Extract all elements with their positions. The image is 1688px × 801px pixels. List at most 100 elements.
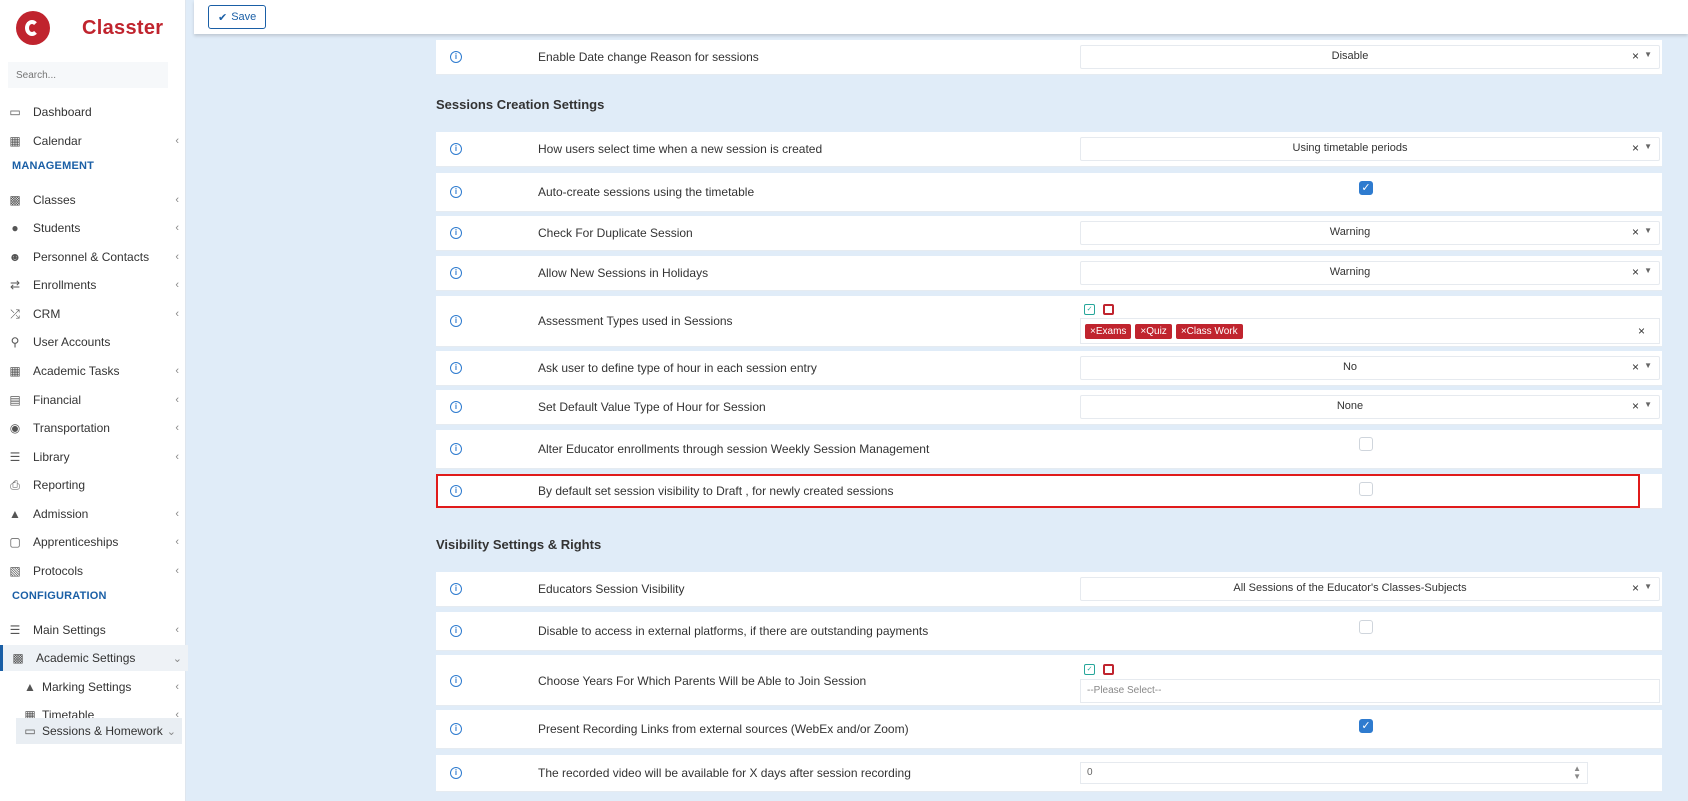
sidebar-item-label: Classes bbox=[33, 193, 76, 207]
sidebar-item-label: Apprenticeships bbox=[33, 535, 119, 549]
clear-icon[interactable]: × bbox=[1632, 399, 1639, 413]
clear-icon[interactable]: × bbox=[1632, 141, 1639, 155]
select-all-controls: ✓ bbox=[1084, 664, 1114, 675]
setting-row: i How users select time when a new sessi… bbox=[436, 132, 1662, 167]
deselect-all-icon[interactable] bbox=[1103, 664, 1114, 675]
info-icon[interactable]: i bbox=[450, 675, 462, 687]
sidebar-item-admission[interactable]: ▲ Admission ‹ bbox=[0, 501, 185, 527]
info-icon[interactable]: i bbox=[450, 625, 462, 637]
top-toolbar: ✔ Save bbox=[194, 0, 1688, 34]
info-icon[interactable]: i bbox=[450, 767, 462, 779]
setting-checkbox[interactable] bbox=[1359, 482, 1373, 496]
sidebar-item-label: Marking Settings bbox=[42, 680, 132, 694]
clear-icon[interactable]: × bbox=[1632, 265, 1639, 279]
shuffle-icon: ⤮ bbox=[10, 306, 20, 321]
sidebar-item-calendar[interactable]: ▦ Calendar ‹ bbox=[0, 128, 185, 154]
info-icon[interactable]: i bbox=[450, 315, 462, 327]
spinner-icon[interactable]: ▲ ▼ bbox=[1573, 765, 1581, 781]
sidebar-item-academic-tasks[interactable]: ▦ Academic Tasks ‹ bbox=[0, 358, 185, 384]
setting-row: i Present Recording Links from external … bbox=[436, 710, 1662, 749]
chevron-left-icon: ‹ bbox=[175, 681, 179, 693]
sidebar-item-label: Enrollments bbox=[33, 278, 97, 292]
info-icon[interactable]: i bbox=[450, 401, 462, 413]
sidebar-item-label: Admission bbox=[33, 507, 89, 521]
save-button[interactable]: ✔ Save bbox=[208, 5, 267, 29]
info-icon[interactable]: i bbox=[450, 51, 462, 63]
number-value: 0 bbox=[1087, 767, 1093, 778]
setting-checkbox[interactable] bbox=[1359, 620, 1373, 634]
chevron-left-icon: ‹ bbox=[175, 508, 179, 520]
tag-class-work[interactable]: ×Class Work bbox=[1175, 324, 1243, 339]
sidebar-item-academic-settings[interactable]: ▩ Academic Settings ⌄ bbox=[0, 645, 188, 671]
monitor-icon: ▭ bbox=[9, 105, 21, 119]
days-number-input[interactable]: 0 ▲ ▼ bbox=[1080, 762, 1588, 784]
setting-checkbox[interactable]: ✓ bbox=[1359, 181, 1373, 195]
tag-quiz[interactable]: ×Quiz bbox=[1135, 324, 1172, 339]
tag-exams[interactable]: ×Exams bbox=[1085, 324, 1132, 339]
sidebar-item-main-settings[interactable]: ☰ Main Settings ‹ bbox=[0, 617, 185, 643]
sidebar-item-label: Financial bbox=[33, 393, 82, 407]
info-icon[interactable]: i bbox=[450, 723, 462, 735]
dropdown-arrow-icon[interactable]: ▼ bbox=[1644, 142, 1652, 151]
select-all-icon[interactable]: ✓ bbox=[1084, 304, 1095, 315]
dropdown-arrow-icon[interactable]: ▼ bbox=[1644, 400, 1652, 409]
setting-select[interactable]: Using timetable periods × ▼ bbox=[1080, 137, 1660, 161]
clear-icon[interactable]: × bbox=[1632, 49, 1639, 63]
info-icon[interactable]: i bbox=[450, 143, 462, 155]
info-icon[interactable]: i bbox=[450, 583, 462, 595]
setting-select[interactable]: Warning × ▼ bbox=[1080, 221, 1660, 245]
select-placeholder: --Please Select-- bbox=[1087, 685, 1162, 696]
sidebar-item-financial[interactable]: ▤ Financial ‹ bbox=[0, 387, 185, 413]
sidebar-item-apprenticeships[interactable]: ▢ Apprenticeships ‹ bbox=[0, 529, 185, 555]
dropdown-arrow-icon[interactable]: ▼ bbox=[1644, 266, 1652, 275]
sidebar-item-library[interactable]: ☰ Library ‹ bbox=[0, 444, 185, 470]
info-icon[interactable]: i bbox=[450, 227, 462, 239]
sidebar-item-classes[interactable]: ▩ Classes ‹ bbox=[0, 187, 185, 213]
setting-select[interactable]: None × ▼ bbox=[1080, 395, 1660, 419]
chevron-left-icon: ‹ bbox=[175, 194, 179, 206]
sidebar-item-sessions-homework[interactable]: ▭ Sessions & Homework ⌄ bbox=[16, 718, 182, 744]
sidebar-item-personnel[interactable]: ☻ Personnel & Contacts ‹ bbox=[0, 244, 185, 270]
clear-icon[interactable]: × bbox=[1632, 360, 1639, 374]
sidebar-item-reporting[interactable]: ⎙ Reporting bbox=[0, 472, 185, 498]
setting-row: i Assessment Types used in Sessions ✓ ×E… bbox=[436, 296, 1662, 347]
info-icon[interactable]: i bbox=[450, 186, 462, 198]
setting-label: How users select time when a new session… bbox=[538, 142, 823, 156]
info-icon[interactable]: i bbox=[450, 362, 462, 374]
dropdown-arrow-icon[interactable]: ▼ bbox=[1644, 361, 1652, 370]
assessment-types-multiselect[interactable]: ×Exams ×Quiz ×Class Work × bbox=[1080, 318, 1660, 344]
setting-row: i Enable Date change Reason for sessions… bbox=[436, 40, 1662, 75]
sidebar-item-marking-settings[interactable]: ▲ Marking Settings ‹ bbox=[0, 674, 185, 700]
setting-select[interactable]: No × ▼ bbox=[1080, 356, 1660, 380]
sidebar-item-label: User Accounts bbox=[33, 335, 111, 349]
sidebar-item-transportation[interactable]: ◉ Transportation ‹ bbox=[0, 415, 185, 441]
chevron-left-icon: ‹ bbox=[175, 565, 179, 577]
sidebar-item-students[interactable]: ● Students ‹ bbox=[0, 215, 185, 241]
sidebar-item-protocols[interactable]: ▧ Protocols ‹ bbox=[0, 558, 185, 584]
logo[interactable]: Classter bbox=[16, 8, 163, 48]
info-icon[interactable]: i bbox=[450, 443, 462, 455]
setting-select[interactable]: Warning × ▼ bbox=[1080, 261, 1660, 285]
clear-icon[interactable]: × bbox=[1638, 324, 1645, 338]
chevron-left-icon: ‹ bbox=[175, 135, 179, 147]
dropdown-arrow-icon[interactable]: ▼ bbox=[1644, 50, 1652, 59]
sidebar-item-crm[interactable]: ⤮ CRM ‹ bbox=[0, 301, 185, 327]
sidebar-item-user-accounts[interactable]: ⚲ User Accounts bbox=[0, 329, 185, 355]
setting-checkbox[interactable]: ✓ bbox=[1359, 719, 1373, 733]
clear-icon[interactable]: × bbox=[1632, 581, 1639, 595]
setting-select[interactable]: Disable × ▼ bbox=[1080, 45, 1660, 69]
setting-checkbox[interactable] bbox=[1359, 437, 1373, 451]
dropdown-arrow-icon[interactable]: ▼ bbox=[1644, 226, 1652, 235]
setting-select[interactable]: All Sessions of the Educator's Classes-S… bbox=[1080, 577, 1660, 601]
clear-icon[interactable]: × bbox=[1632, 225, 1639, 239]
info-icon[interactable]: i bbox=[450, 485, 462, 497]
sidebar-item-dashboard[interactable]: ▭ Dashboard bbox=[0, 99, 185, 125]
dropdown-arrow-icon[interactable]: ▼ bbox=[1644, 582, 1652, 591]
sidebar-item-enrollments[interactable]: ⇄ Enrollments ‹ bbox=[0, 272, 185, 298]
select-all-icon[interactable]: ✓ bbox=[1084, 664, 1095, 675]
search-input[interactable] bbox=[8, 62, 168, 88]
years-multiselect[interactable]: --Please Select-- bbox=[1080, 679, 1660, 703]
section-header-configuration: CONFIGURATION bbox=[12, 590, 107, 602]
deselect-all-icon[interactable] bbox=[1103, 304, 1114, 315]
info-icon[interactable]: i bbox=[450, 267, 462, 279]
